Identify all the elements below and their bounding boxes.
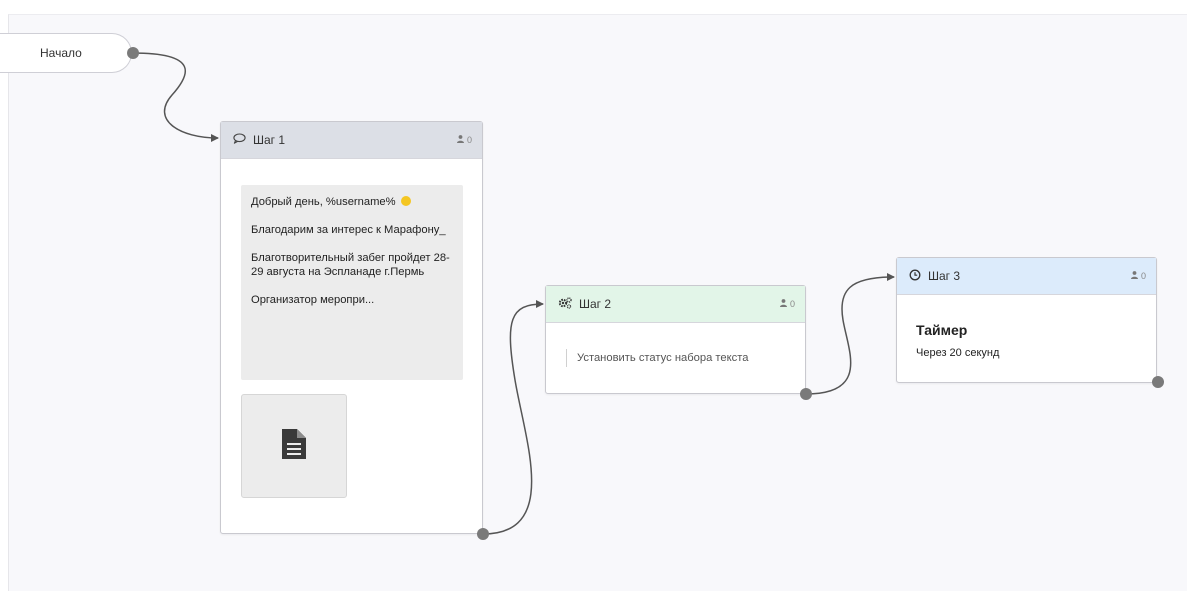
message-line-event: Благотворительный забег пройдет 28-29 ав…: [251, 252, 450, 278]
step3-header[interactable]: Шаг 3 0: [897, 258, 1156, 295]
timer-title: Таймер: [916, 322, 968, 338]
step1-message[interactable]: Добрый день, %username% Благодарим за ин…: [241, 185, 463, 380]
document-icon: [282, 428, 306, 464]
step2-title: Шаг 2: [579, 297, 612, 311]
gears-icon: [558, 296, 572, 312]
message-line-thanks: Благодарим за интерес к Марафону_: [251, 224, 446, 236]
speech-bubble-icon: [233, 133, 246, 147]
step3-user-count: 0: [1130, 271, 1146, 281]
smiley-emoji-icon: [400, 196, 411, 206]
attachment-file[interactable]: [241, 394, 347, 498]
step1-user-count: 0: [456, 135, 472, 145]
user-icon: [456, 135, 464, 145]
user-icon: [779, 299, 787, 309]
step1-node[interactable]: Шаг 1 0 Добрый день, %username% Благодар…: [220, 121, 483, 534]
start-node[interactable]: Начало: [0, 33, 132, 73]
user-icon: [1130, 271, 1138, 281]
message-line-organizer: Организатор меропри...: [251, 294, 375, 306]
clock-icon: [909, 269, 921, 284]
message-greeting: Добрый день, %username%: [251, 196, 396, 208]
step3-count-value: 0: [1140, 271, 1146, 281]
step1-count-value: 0: [466, 135, 472, 145]
connector-step1-to-step2[interactable]: [482, 300, 544, 535]
step1-header[interactable]: Шаг 1 0: [221, 122, 482, 159]
step3-node[interactable]: Шаг 3 0 Таймер Через 20 секунд: [896, 257, 1157, 383]
start-label: Начало: [40, 46, 82, 60]
connector-start-to-step1[interactable]: [132, 52, 219, 142]
timer-delay-text: Через 20 секунд: [916, 347, 1000, 359]
step2-user-count: 0: [779, 299, 795, 309]
connector-step2-to-step3[interactable]: [805, 273, 895, 395]
step2-action: Установить статус набора текста: [566, 349, 748, 367]
step2-node[interactable]: Шаг 2 0 Установить статус набора текста: [545, 285, 806, 394]
step2-count-value: 0: [789, 299, 795, 309]
step1-title: Шаг 1: [253, 133, 286, 147]
step3-title: Шаг 3: [928, 269, 961, 283]
step2-header[interactable]: Шаг 2 0: [546, 286, 805, 323]
